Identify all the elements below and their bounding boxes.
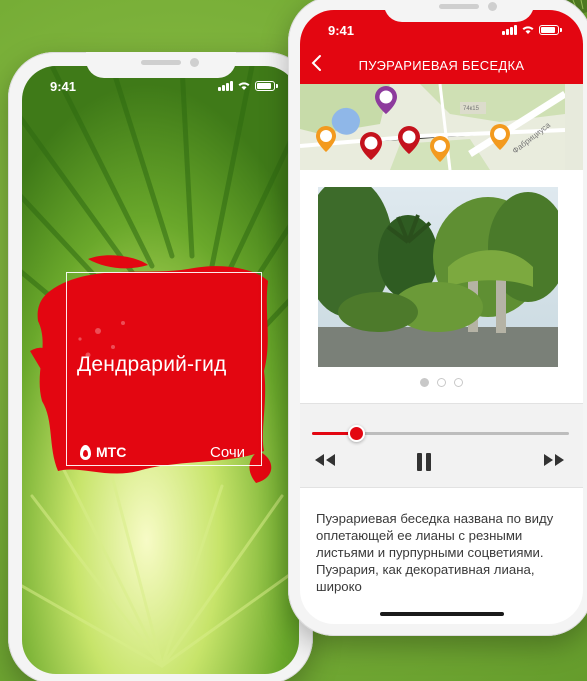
wifi-icon <box>522 26 534 34</box>
mts-logo: МТС <box>80 444 126 460</box>
page-title: ПУЭРАРИЕВАЯ БЕСЕДКА <box>358 58 525 73</box>
wifi-icon <box>238 82 250 90</box>
mts-egg-icon <box>80 444 91 460</box>
map-pin-icon[interactable] <box>490 124 510 150</box>
city-label: Сочи <box>210 444 246 461</box>
detail-screen: ПУЭРАРИЕВАЯ БЕСЕДКА 74к15 Фабрициуса Пуэ… <box>300 10 583 624</box>
progress-thumb[interactable] <box>347 425 365 442</box>
map-pin-icon[interactable] <box>398 126 420 154</box>
status-time: 9:41 <box>328 22 355 38</box>
rewind-icon[interactable] <box>314 453 336 467</box>
phone-splash: Дендрарий-гид МТС Сочи 9:41 <box>8 52 313 681</box>
phone-notch <box>85 52 236 78</box>
splash-screen: Дендрарий-гид МТС Сочи 9:41 <box>22 66 299 674</box>
map-pin-icon[interactable] <box>430 136 450 162</box>
description-text: Пуэрариевая беседка названа по виду опле… <box>316 511 554 594</box>
progress-track[interactable] <box>312 425 569 442</box>
map-view[interactable]: 74к15 Фабрициуса <box>300 84 583 170</box>
fast-forward-icon[interactable] <box>543 453 565 467</box>
gallery-dot[interactable] <box>420 378 429 387</box>
map-pin-icon[interactable] <box>316 126 336 152</box>
brand-name: МТС <box>96 444 127 460</box>
app-title: Дендрарий-гид <box>77 353 227 376</box>
phone-notch <box>383 0 534 22</box>
status-time: 9:41 <box>50 78 77 94</box>
gallery-dot[interactable] <box>454 378 463 387</box>
pause-icon[interactable] <box>416 453 432 471</box>
signal-icon <box>502 25 517 35</box>
pergola-photo <box>318 187 558 367</box>
gallery-dots <box>300 378 583 387</box>
battery-icon <box>255 81 278 91</box>
gallery-photo[interactable] <box>318 187 558 367</box>
gallery-dot[interactable] <box>437 378 446 387</box>
map-pin-icon[interactable] <box>360 132 382 160</box>
phone-detail: ПУЭРАРИЕВАЯ БЕСЕДКА 74к15 Фабрициуса Пуэ… <box>288 0 587 636</box>
signal-icon <box>218 81 233 91</box>
audio-player <box>300 403 583 488</box>
home-indicator <box>379 612 504 616</box>
map-pin-icon[interactable] <box>375 86 397 114</box>
map-pins <box>316 86 510 162</box>
battery-icon <box>539 25 562 35</box>
